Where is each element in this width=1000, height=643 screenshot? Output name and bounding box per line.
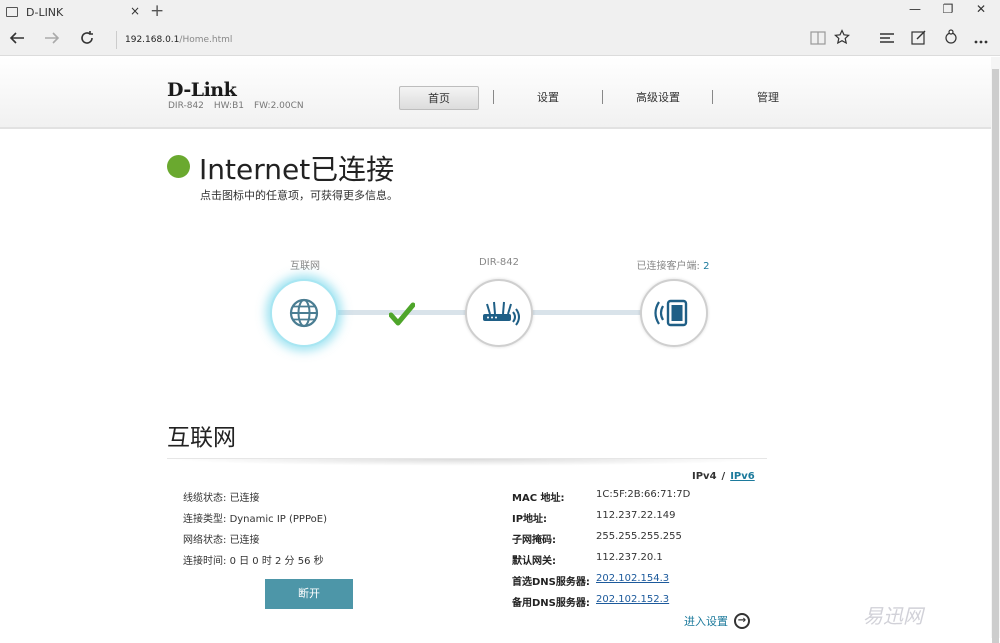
share-icon[interactable] [940, 29, 962, 51]
minimize-icon[interactable]: — [900, 2, 930, 16]
web-note-icon[interactable] [908, 29, 930, 51]
router-node[interactable] [465, 279, 533, 347]
device-info: DIR-842 HW:B1 FW:2.00CN [168, 101, 314, 111]
gateway-value: 112.237.20.1 [596, 552, 663, 563]
router-icon [483, 301, 520, 326]
ip-label: IP地址: [512, 514, 548, 525]
ip-value: 112.237.22.149 [596, 510, 676, 521]
section-divider [167, 458, 767, 466]
secondary-dns-link[interactable]: 202.102.152.3 [596, 594, 669, 605]
info-value: 0 日 0 时 2 分 56 秒 [229, 556, 324, 567]
gateway-label: 默认网关: [512, 556, 556, 567]
primary-dns-link[interactable]: 202.102.154.3 [596, 573, 669, 584]
fw-version: FW:2.00CN [253, 101, 304, 111]
refresh-icon[interactable] [76, 29, 98, 51]
restore-icon[interactable]: ❐ [933, 2, 963, 16]
menu-divider [712, 90, 713, 104]
info-label: 连接时间: [183, 556, 227, 567]
url-host: 192.168.0.1 [125, 35, 180, 45]
status-title: Internet已连接 [199, 153, 395, 186]
secondary-dns-label: 备用DNS服务器: [512, 598, 590, 609]
forward-icon[interactable] [41, 29, 63, 51]
url-path: /Home.html [179, 35, 233, 45]
model-text: DIR-842 [168, 101, 204, 111]
menu-home[interactable]: 首页 [399, 86, 479, 110]
hub-icon[interactable] [876, 29, 898, 51]
connection-type-row: 连接类型: Dynamic IP (PPPoE) [183, 510, 327, 525]
info-value: 已连接 [229, 493, 260, 504]
network-status-row: 网络状态: 已连接 [183, 531, 260, 546]
reading-view-icon[interactable] [807, 29, 829, 51]
cable-status-row: 线缆状态: 已连接 [183, 489, 260, 504]
connected-check-icon [389, 302, 415, 326]
goto-setup-label: 进入设置 [684, 615, 728, 628]
menu-divider [602, 90, 603, 104]
dlink-logo: D-Link [167, 79, 237, 101]
menu-settings[interactable]: 设置 [508, 86, 588, 110]
scrollbar-thumb[interactable] [992, 69, 999, 643]
menu-management[interactable]: 管理 [728, 86, 808, 110]
ip-tabs-separator: / [721, 471, 726, 482]
clients-node[interactable] [640, 279, 708, 347]
subnet-value: 255.255.255.255 [596, 531, 682, 542]
primary-dns-label: 首选DNS服务器: [512, 577, 590, 588]
ip-version-tabs: IPv4 / IPv6 [692, 471, 755, 482]
router-header: D-Link DIR-842 HW:B1 FW:2.00CN 首页 设置 高级设置 … [0, 57, 991, 129]
menu-advanced[interactable]: 高级设置 [618, 86, 698, 110]
goto-setup-link[interactable]: 进入设置 → [684, 613, 750, 629]
tablet-clients-icon [654, 299, 688, 327]
page-icon [6, 7, 18, 17]
tab-title: D-LINK [26, 5, 64, 19]
browser-tab[interactable]: D-LINK × [0, 0, 146, 24]
ipv6-tab[interactable]: IPv6 [730, 471, 755, 482]
scrollbar[interactable] [991, 57, 1000, 643]
more-icon[interactable] [970, 29, 992, 51]
browser-titlebar: D-LINK × + — ❐ ✕ [0, 0, 1000, 24]
ipv4-tab[interactable]: IPv4 [692, 471, 717, 482]
internet-section-title: 互联网 [167, 425, 236, 451]
arrow-right-icon: → [734, 613, 750, 629]
info-label: 线缆状态: [183, 493, 227, 504]
connected-status-dot [167, 155, 190, 178]
status-hint: 点击图标中的任意项，可获得更多信息。 [200, 189, 398, 202]
clients-count: 2 [703, 261, 710, 272]
back-icon[interactable] [6, 29, 28, 51]
subnet-label: 子网掩码: [512, 535, 556, 546]
internet-node-label: 互联网 [290, 261, 320, 272]
internet-node[interactable] [270, 279, 338, 347]
globe-icon [289, 298, 319, 328]
connection-time-row: 连接时间: 0 日 0 时 2 分 56 秒 [183, 552, 324, 567]
watermark: 易迅网 [863, 604, 923, 628]
hw-version: HW:B1 [213, 101, 244, 111]
address-bar: 192.168.0.1/Home.html [0, 24, 1000, 56]
info-value: Dynamic IP (PPPoE) [229, 514, 327, 525]
new-tab-icon[interactable]: + [150, 1, 164, 21]
mac-label: MAC 地址: [512, 493, 565, 504]
disconnect-button[interactable]: 断开 [265, 579, 353, 609]
close-window-icon[interactable]: ✕ [966, 2, 996, 16]
tab-close-icon[interactable]: × [130, 4, 140, 18]
info-value: 已连接 [229, 535, 260, 546]
url-field[interactable]: 192.168.0.1/Home.html [116, 31, 804, 49]
clients-node-label: 已连接客户端: 2 [617, 257, 729, 272]
info-label: 连接类型: [183, 514, 227, 525]
mac-value: 1C:5F:2B:66:71:7D [596, 489, 691, 500]
router-node-label: DIR-842 [479, 257, 519, 268]
menu-divider [493, 90, 494, 104]
info-label: 网络状态: [183, 535, 227, 546]
favorite-star-icon[interactable] [831, 29, 853, 51]
clients-label-text: 已连接客户端: [636, 261, 700, 272]
